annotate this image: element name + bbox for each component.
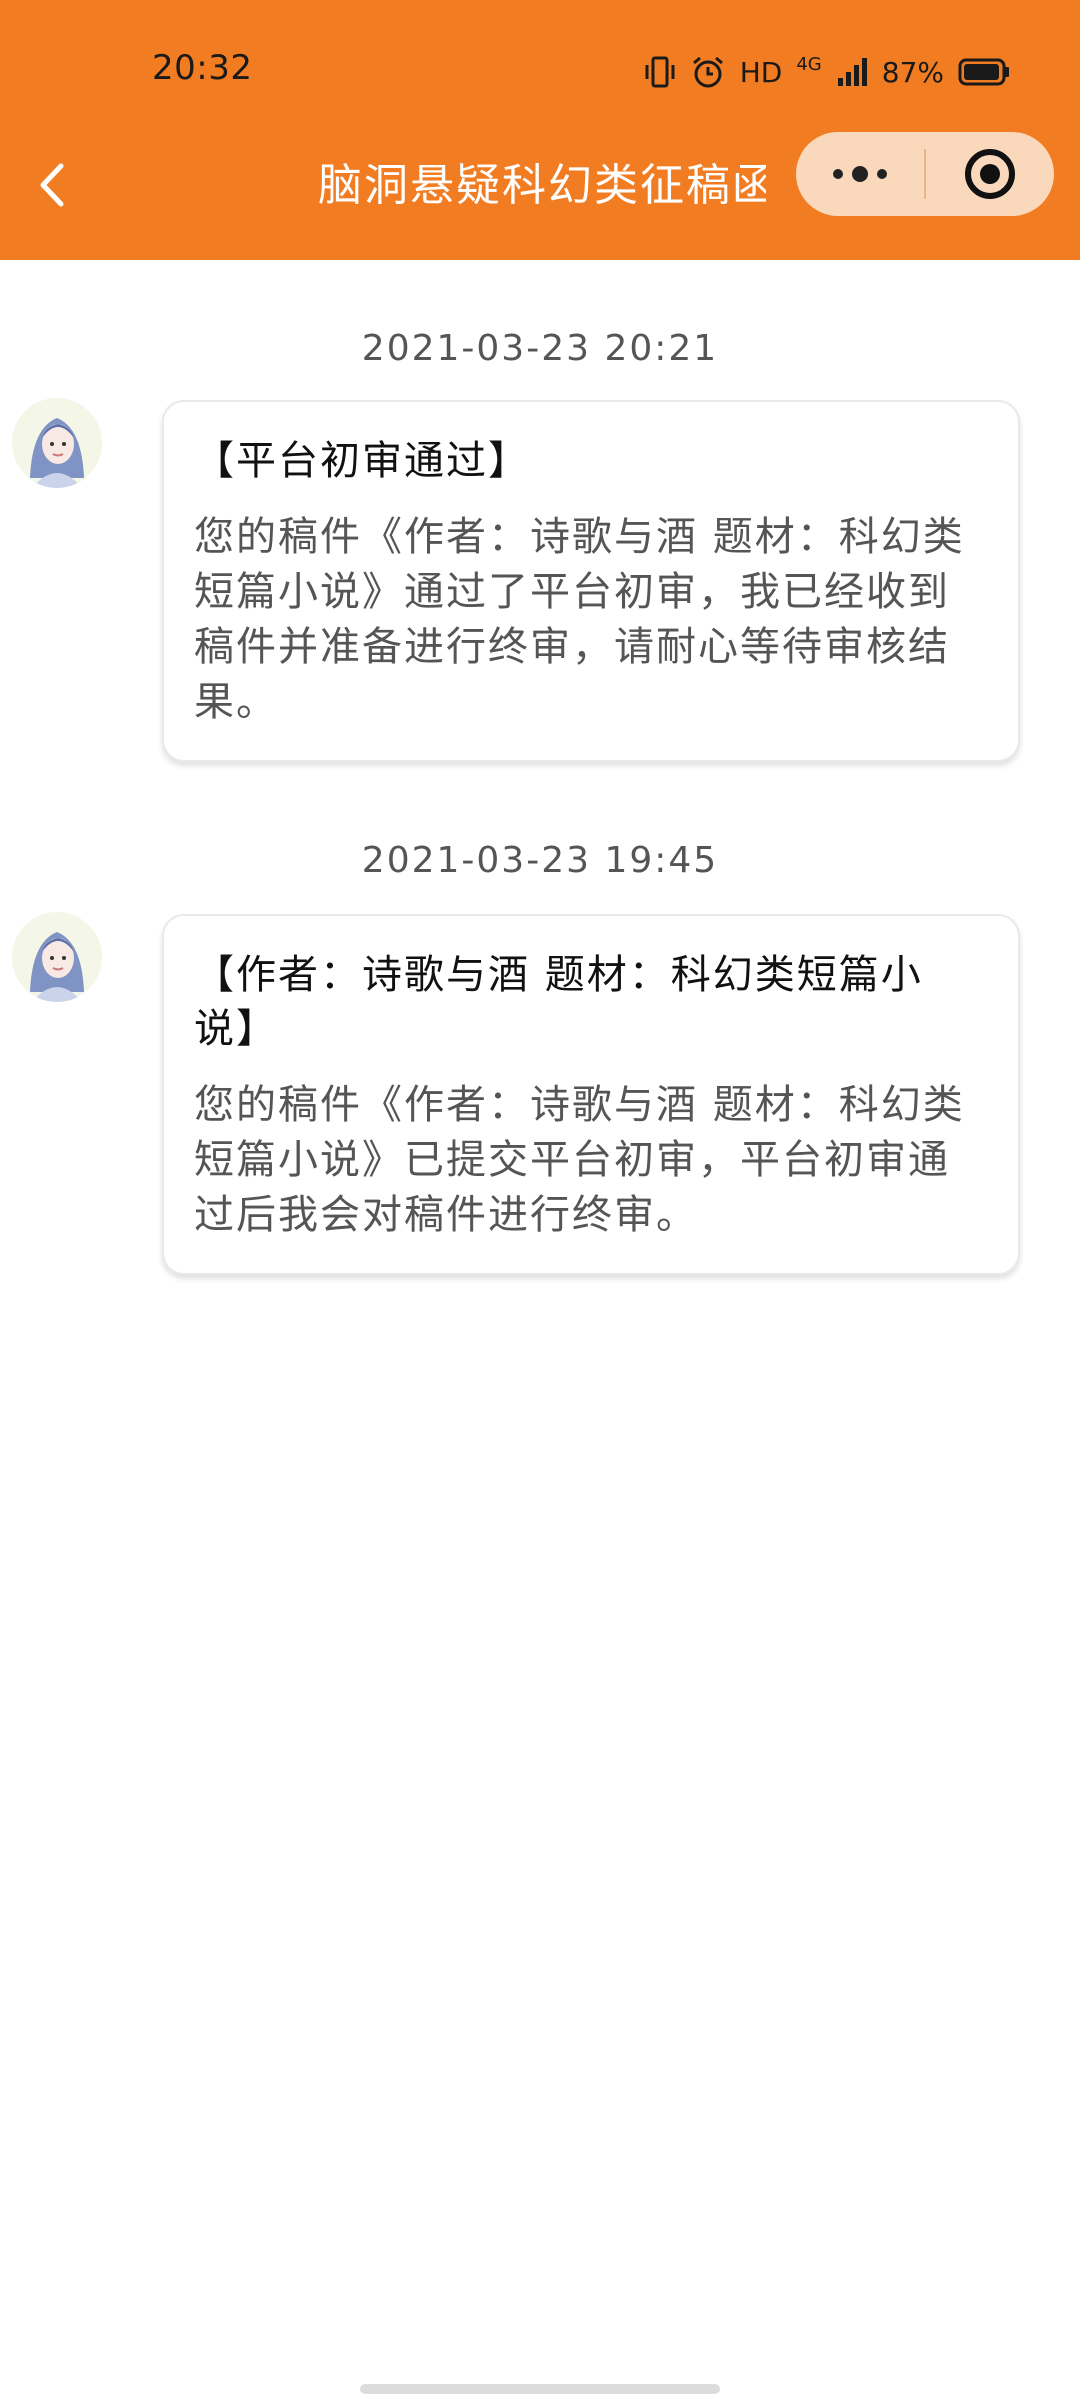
app-header: 20:32 HD 4G 87% 脑洞悬疑科幻类征稿函: [0, 0, 1080, 260]
network-type-label: 4G: [796, 53, 822, 75]
battery-icon: [958, 58, 1009, 86]
status-icons: HD 4G 87%: [644, 52, 1010, 92]
avatar: [12, 912, 102, 1002]
home-indicator[interactable]: [360, 2384, 720, 2394]
mini-program-capsule: [796, 132, 1054, 216]
message-card[interactable]: 【平台初审通过】 您的稿件《作者：诗歌与酒 题材：科幻类短篇小说》通过了平台初审…: [162, 400, 1020, 762]
vibrate-icon: [645, 56, 675, 88]
back-button[interactable]: [30, 150, 74, 220]
chevron-left-icon: [40, 163, 64, 207]
page-title: 脑洞悬疑科幻类征稿函: [318, 160, 766, 211]
close-button[interactable]: [926, 132, 1054, 216]
battery-percent: 87%: [881, 55, 944, 89]
status-time: 20:32: [152, 48, 253, 88]
message-body: 您的稿件《作者：诗歌与酒 题材：科幻类短篇小说》已提交平台初审，平台初审通过后我…: [194, 1082, 965, 1238]
message-title: 【作者：诗歌与酒 题材：科幻类短篇小说】: [194, 952, 923, 1052]
message-timestamp: 2021-03-23 19:45: [361, 840, 719, 881]
signal-icon: [837, 58, 867, 86]
target-close-icon: [964, 149, 1015, 199]
message-title: 【平台初审通过】: [194, 438, 530, 484]
more-button[interactable]: [796, 132, 924, 216]
message-card[interactable]: 【作者：诗歌与酒 题材：科幻类短篇小说】 您的稿件《作者：诗歌与酒 题材：科幻类…: [162, 914, 1020, 1275]
message-timestamp: 2021-03-23 20:21: [361, 328, 719, 369]
alarm-icon: [692, 56, 723, 88]
message-body: 您的稿件《作者：诗歌与酒 题材：科幻类短篇小说》通过了平台初审，我已经收到稿件并…: [194, 514, 965, 725]
hd-label: HD: [739, 55, 783, 89]
more-dots-icon: [833, 166, 887, 182]
avatar: [12, 398, 102, 488]
